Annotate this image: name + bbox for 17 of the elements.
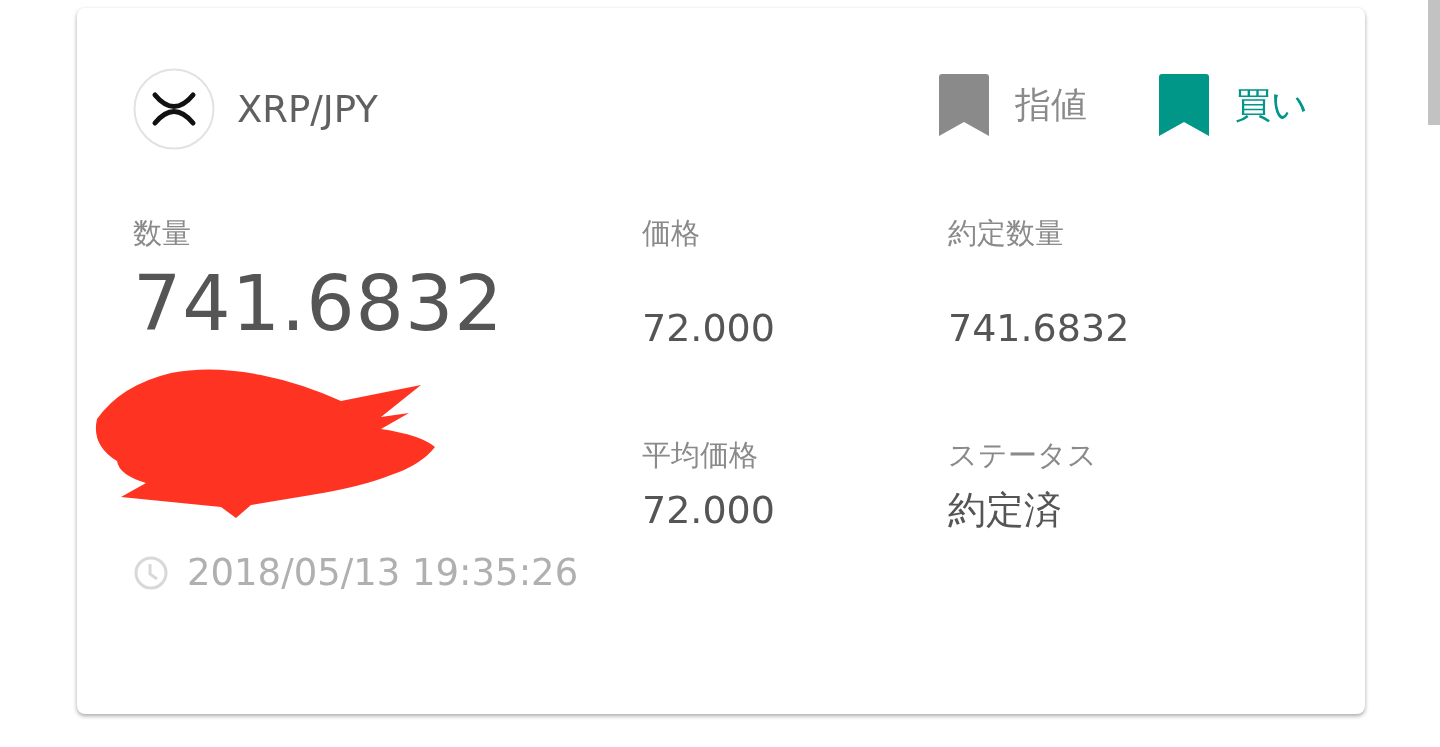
field-label: ステータス: [948, 436, 1098, 474]
order-tag: 買い: [1235, 80, 1308, 130]
field-label: 数量: [133, 215, 192, 252]
field-label: 約定数量: [948, 215, 1065, 252]
field-label: 平均価格: [642, 436, 759, 474]
quantity-value: 741.6832: [133, 259, 505, 349]
field-value: 741.6832: [948, 305, 1131, 352]
xrp-logo-icon: [133, 68, 215, 150]
field-label: 価格: [642, 215, 701, 252]
field-value: 72.000: [642, 305, 776, 352]
field-value: 72.000: [642, 486, 776, 534]
clock-icon: [133, 554, 169, 591]
field-value: 約定済: [948, 486, 1063, 534]
pair-symbol: XRP/JPY: [237, 87, 378, 131]
timestamp: 2018/05/13 19:35:26: [187, 551, 579, 594]
scrollbar-thumb[interactable]: [1428, 0, 1440, 125]
order-tag: 指値: [1015, 80, 1087, 130]
